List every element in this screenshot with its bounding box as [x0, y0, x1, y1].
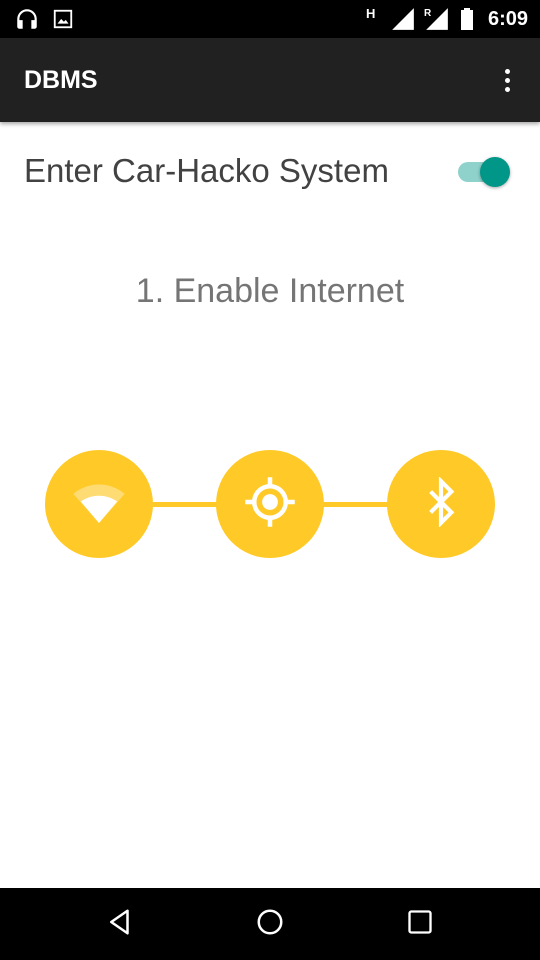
switch-label: Enter Car-Hacko System	[24, 152, 389, 189]
app-title: DBMS	[24, 66, 98, 94]
step-connector	[150, 502, 220, 507]
bluetooth-icon	[416, 475, 466, 532]
battery-icon	[459, 0, 475, 38]
app-bar: DBMS	[0, 38, 540, 122]
switch-thumb	[480, 157, 510, 187]
status-bar: H R 6:09	[0, 0, 540, 38]
headphones-icon	[14, 0, 40, 38]
step-connector	[320, 502, 390, 507]
home-button[interactable]	[240, 900, 300, 948]
back-icon	[105, 907, 135, 942]
wifi-icon	[71, 474, 127, 535]
step-indicator	[0, 450, 540, 560]
enter-system-row: Enter Car-Hacko System	[0, 122, 540, 222]
network-type-label: H	[366, 5, 376, 21]
step-bluetooth[interactable]	[387, 450, 495, 558]
nav-bar	[0, 888, 540, 960]
status-time: 6:09	[487, 8, 528, 30]
recents-icon	[406, 908, 434, 941]
back-button[interactable]	[90, 900, 150, 948]
enter-system-switch[interactable]	[456, 156, 514, 187]
step-heading: 1. Enable Internet	[135, 272, 405, 310]
signal-roaming-icon	[424, 0, 450, 38]
recents-button[interactable]	[390, 900, 450, 948]
step-location[interactable]	[216, 450, 324, 558]
screen: H R 6:09 DBMS Enter Car-Hacko System 1. …	[0, 0, 540, 960]
image-icon	[52, 0, 74, 38]
home-icon	[255, 907, 285, 942]
signal-icon	[390, 0, 416, 38]
location-icon	[243, 475, 297, 534]
step-wifi[interactable]	[45, 450, 153, 558]
more-vert-icon[interactable]	[492, 62, 522, 98]
